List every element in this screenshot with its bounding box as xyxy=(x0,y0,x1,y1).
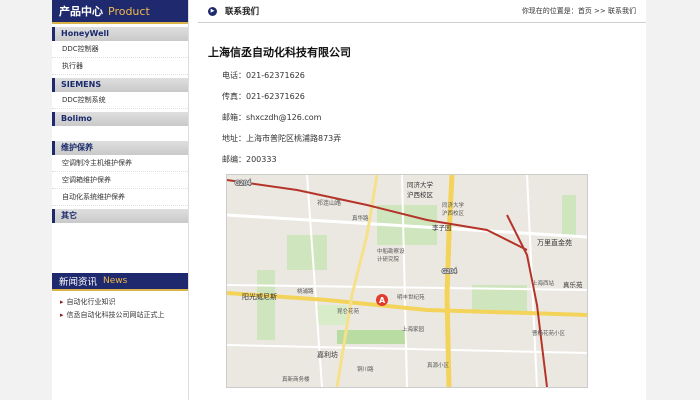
page-title: 联系我们 xyxy=(225,7,260,17)
map-label: 计研究院 xyxy=(377,255,400,263)
news-list: ▸ 自动化行业知识 ▸ 信丞自动化科技公司网站正式上 xyxy=(52,296,188,322)
breadcrumb-current[interactable]: 联系我们 xyxy=(608,7,636,15)
company-name: 上海信丞自动化科技有限公司 xyxy=(208,46,351,59)
category-honeywell[interactable]: HoneyWell xyxy=(52,27,188,41)
map-label: 昆仑花苑 xyxy=(337,307,360,315)
zip-text: 邮编：200333 xyxy=(222,155,277,164)
news-item-label: 自动化行业知识 xyxy=(66,298,116,306)
news-title-en: News xyxy=(103,276,128,286)
news-item[interactable]: ▸ 自动化行业知识 xyxy=(52,296,188,309)
fax-text: 传真：021-62371626 xyxy=(222,92,305,101)
category-other[interactable]: 其它 xyxy=(52,209,188,223)
content-topbar: ▶ 联系我们 你现在的位置是：首页 >> 联系我们 xyxy=(198,0,646,23)
product-center-title: 产品中心 xyxy=(59,5,103,18)
map-label: 沪西校区 xyxy=(407,190,434,199)
right-gutter xyxy=(646,0,700,400)
map-label: 真华路 xyxy=(352,214,369,222)
address-text: 地址：上海市普陀区桃浦路873弄 xyxy=(222,134,342,143)
map-label: 祁连山路 xyxy=(317,199,341,207)
email-text: 邮箱：shxczdh@126.com xyxy=(222,113,322,122)
breadcrumb-prefix: 你现在的位置是： xyxy=(521,7,578,15)
map-label: 阳光威尼斯 xyxy=(242,292,277,301)
main-content: ▶ 联系我们 你现在的位置是：首页 >> 联系我们 上海信丞自动化科技有限公司 … xyxy=(198,0,646,400)
map-label: 嘉利坊 xyxy=(317,350,338,359)
subcategory-ddc-system[interactable]: DDC控制系统 xyxy=(52,92,188,109)
map-label: G204 xyxy=(442,269,457,275)
news-title: 新闻资讯 xyxy=(59,277,98,288)
product-center-header: 产品中心 Product xyxy=(52,0,188,24)
subcategory-chiller-maintenance[interactable]: 空调制冷主机维护保养 xyxy=(52,155,188,172)
sidebar: 产品中心 Product HoneyWell DDC控制器 执行器 SIEMEN… xyxy=(52,0,189,400)
page: 产品中心 Product HoneyWell DDC控制器 执行器 SIEMEN… xyxy=(0,0,700,400)
news-item[interactable]: ▸ 信丞自动化科技公司网站正式上 xyxy=(52,309,188,322)
map-label: 同济大学 xyxy=(407,180,434,189)
map-label: 铜川路 xyxy=(357,365,374,373)
breadcrumb-home[interactable]: 首页 xyxy=(578,7,592,15)
bullet-icon: ▸ xyxy=(60,298,64,306)
map-canvas: A G204 祁连山路 同济大学 沪西校区 同济大学 沪西校区 李子园 真华路 … xyxy=(227,175,587,387)
breadcrumb-separator: >> xyxy=(591,7,608,15)
arrow-right-icon: ▶ xyxy=(208,6,217,16)
left-gutter xyxy=(0,0,52,400)
map-label: 真源小区 xyxy=(427,361,450,369)
news-header: 新闻资讯 News xyxy=(52,273,188,291)
map-label: 中船勘察设 xyxy=(377,247,405,255)
category-siemens[interactable]: SIEMENS xyxy=(52,78,188,92)
map-marker-a[interactable]: A xyxy=(379,296,386,305)
breadcrumb: 你现在的位置是：首页 >> 联系我们 xyxy=(522,6,646,16)
map-label: 李子园 xyxy=(432,223,452,232)
map-label: 真乐苑 xyxy=(563,280,583,289)
category-maintenance[interactable]: 维护保养 xyxy=(52,141,188,155)
map-label: 上海西站 xyxy=(532,279,555,287)
map-label: 曹杨花苑小区 xyxy=(532,329,566,337)
phone-text: 电话：021-62371626 xyxy=(222,71,305,80)
map-label: 沪西校区 xyxy=(442,209,465,217)
map-label: 桃浦路 xyxy=(297,287,314,295)
subcategory-ddc-controller[interactable]: DDC控制器 xyxy=(52,41,188,58)
product-center-title-en: Product xyxy=(108,4,150,18)
map-label: 万里直金苑 xyxy=(537,238,572,247)
subcategory-automation-maintenance[interactable]: 自动化系统维护保养 xyxy=(52,189,188,206)
map-label: 上海家园 xyxy=(402,325,425,333)
news-item-label: 信丞自动化科技公司网站正式上 xyxy=(66,311,165,319)
subcategory-ahu-maintenance[interactable]: 空调箱维护保养 xyxy=(52,172,188,189)
bullet-icon: ▸ xyxy=(60,311,64,319)
map-label: 明丰世纪苑 xyxy=(397,293,425,301)
subcategory-actuator[interactable]: 执行器 xyxy=(52,58,188,75)
map-label: G204 xyxy=(235,180,251,187)
location-map[interactable]: A G204 祁连山路 同济大学 沪西校区 同济大学 沪西校区 李子园 真华路 … xyxy=(226,174,588,388)
map-label: 真新商务楼 xyxy=(282,375,310,383)
category-bolimo[interactable]: Bolimo xyxy=(52,112,188,126)
map-label: 同济大学 xyxy=(442,201,465,209)
